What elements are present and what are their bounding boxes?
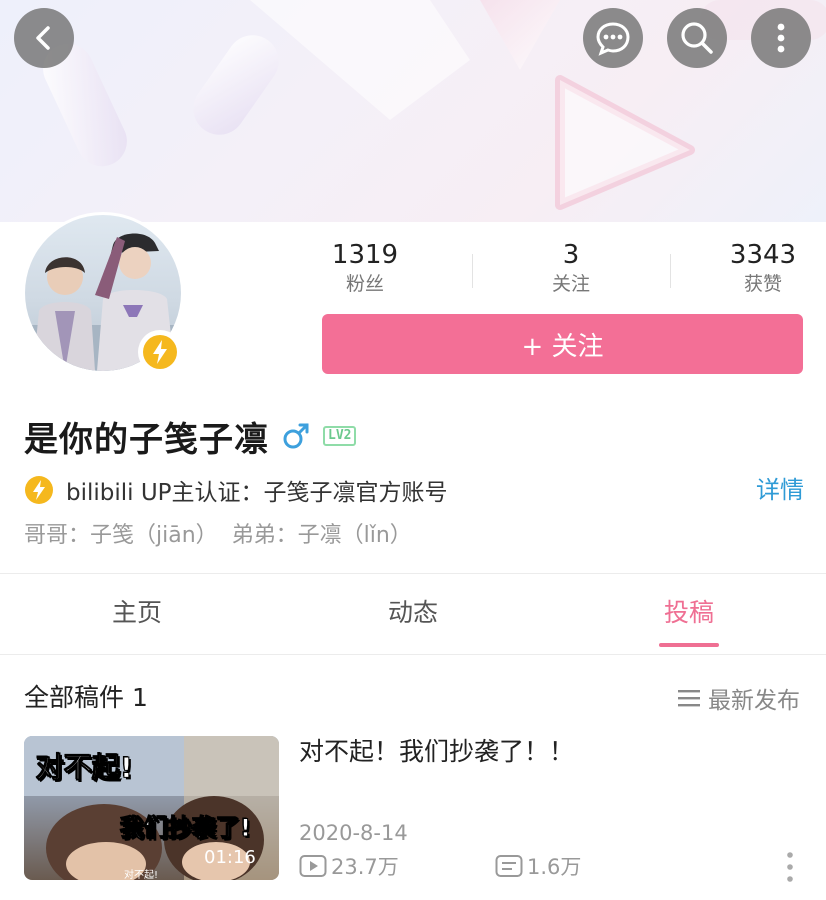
tab-dynamic[interactable]: 动态 — [333, 594, 493, 632]
video-title[interactable]: 对不起！我们抄袭了！！ — [299, 734, 574, 770]
profile-stats: 1319 粉丝 3 关注 3343 获赞 — [290, 240, 826, 300]
chevron-left-icon — [36, 26, 50, 50]
stat-divider — [472, 254, 473, 288]
stat-value: 1319 — [331, 240, 399, 270]
play-count-icon — [299, 855, 327, 877]
vertical-dots-icon — [777, 23, 785, 53]
stat-following[interactable]: 3 关注 — [496, 240, 646, 298]
message-button[interactable] — [583, 8, 643, 68]
name-row: 是你的子笺子凛 LV2 — [24, 412, 357, 460]
verification-row: bilibili UP主认证：子笺子凛官方账号 详情 — [24, 472, 804, 508]
divider — [0, 573, 826, 574]
stat-label: 获赞 — [743, 273, 782, 295]
male-symbol-icon — [283, 423, 309, 449]
stat-label: 关注 — [551, 273, 590, 295]
thumbnail-caption: 对不起! — [36, 751, 134, 785]
back-button[interactable] — [14, 8, 74, 68]
video-date: 2020-8-14 — [299, 821, 408, 845]
thumbnail-caption: 我们抄袭了! — [120, 814, 252, 843]
follow-button[interactable]: + 关注 — [322, 314, 803, 374]
lightning-icon — [143, 335, 177, 369]
stat-likes[interactable]: 3343 获赞 — [688, 240, 826, 298]
search-button[interactable] — [667, 8, 727, 68]
search-icon — [681, 22, 713, 54]
view-count-text: 23.7万 — [331, 855, 399, 879]
stat-fans[interactable]: 1319 粉丝 — [290, 240, 440, 298]
thumbnail-subtitle: 对不起! — [124, 870, 159, 880]
chat-bubble-icon — [596, 22, 630, 56]
username: 是你的子笺子凛 — [24, 419, 269, 460]
uploads-count-title: 全部稿件 1 — [24, 683, 148, 712]
view-count: 23.7万 — [299, 850, 399, 882]
details-link[interactable]: 详情 — [756, 472, 804, 508]
sort-label: 最新发布 — [708, 688, 800, 714]
bio-text: 哥哥：子笺（jiān） 弟弟：子凛（lǐn） — [24, 523, 412, 548]
profile-banner — [0, 0, 826, 222]
lightning-icon — [25, 476, 53, 504]
tab-home[interactable]: 主页 — [57, 594, 217, 632]
stat-label: 粉丝 — [345, 273, 384, 295]
more-options-button[interactable] — [751, 8, 811, 68]
active-tab-indicator — [659, 643, 719, 647]
stat-value: 3 — [562, 240, 580, 270]
divider — [0, 654, 826, 655]
danmaku-icon — [495, 855, 523, 877]
danmaku-count-text: 1.6万 — [527, 855, 582, 879]
danmaku-count: 1.6万 — [495, 850, 581, 882]
stat-value: 3343 — [729, 240, 797, 270]
tab-uploads[interactable]: 投稿 — [609, 594, 769, 632]
sort-selector[interactable]: 最新发布 — [678, 680, 800, 716]
stat-divider — [670, 254, 671, 288]
video-duration: 01:16 — [204, 847, 256, 868]
video-more-icon[interactable] — [780, 850, 800, 884]
menu-lines-icon — [678, 690, 700, 707]
verified-badge — [138, 330, 182, 374]
verification-text: bilibili UP主认证：子笺子凛官方账号 — [66, 480, 448, 506]
level-badge: LV2 — [323, 426, 357, 446]
